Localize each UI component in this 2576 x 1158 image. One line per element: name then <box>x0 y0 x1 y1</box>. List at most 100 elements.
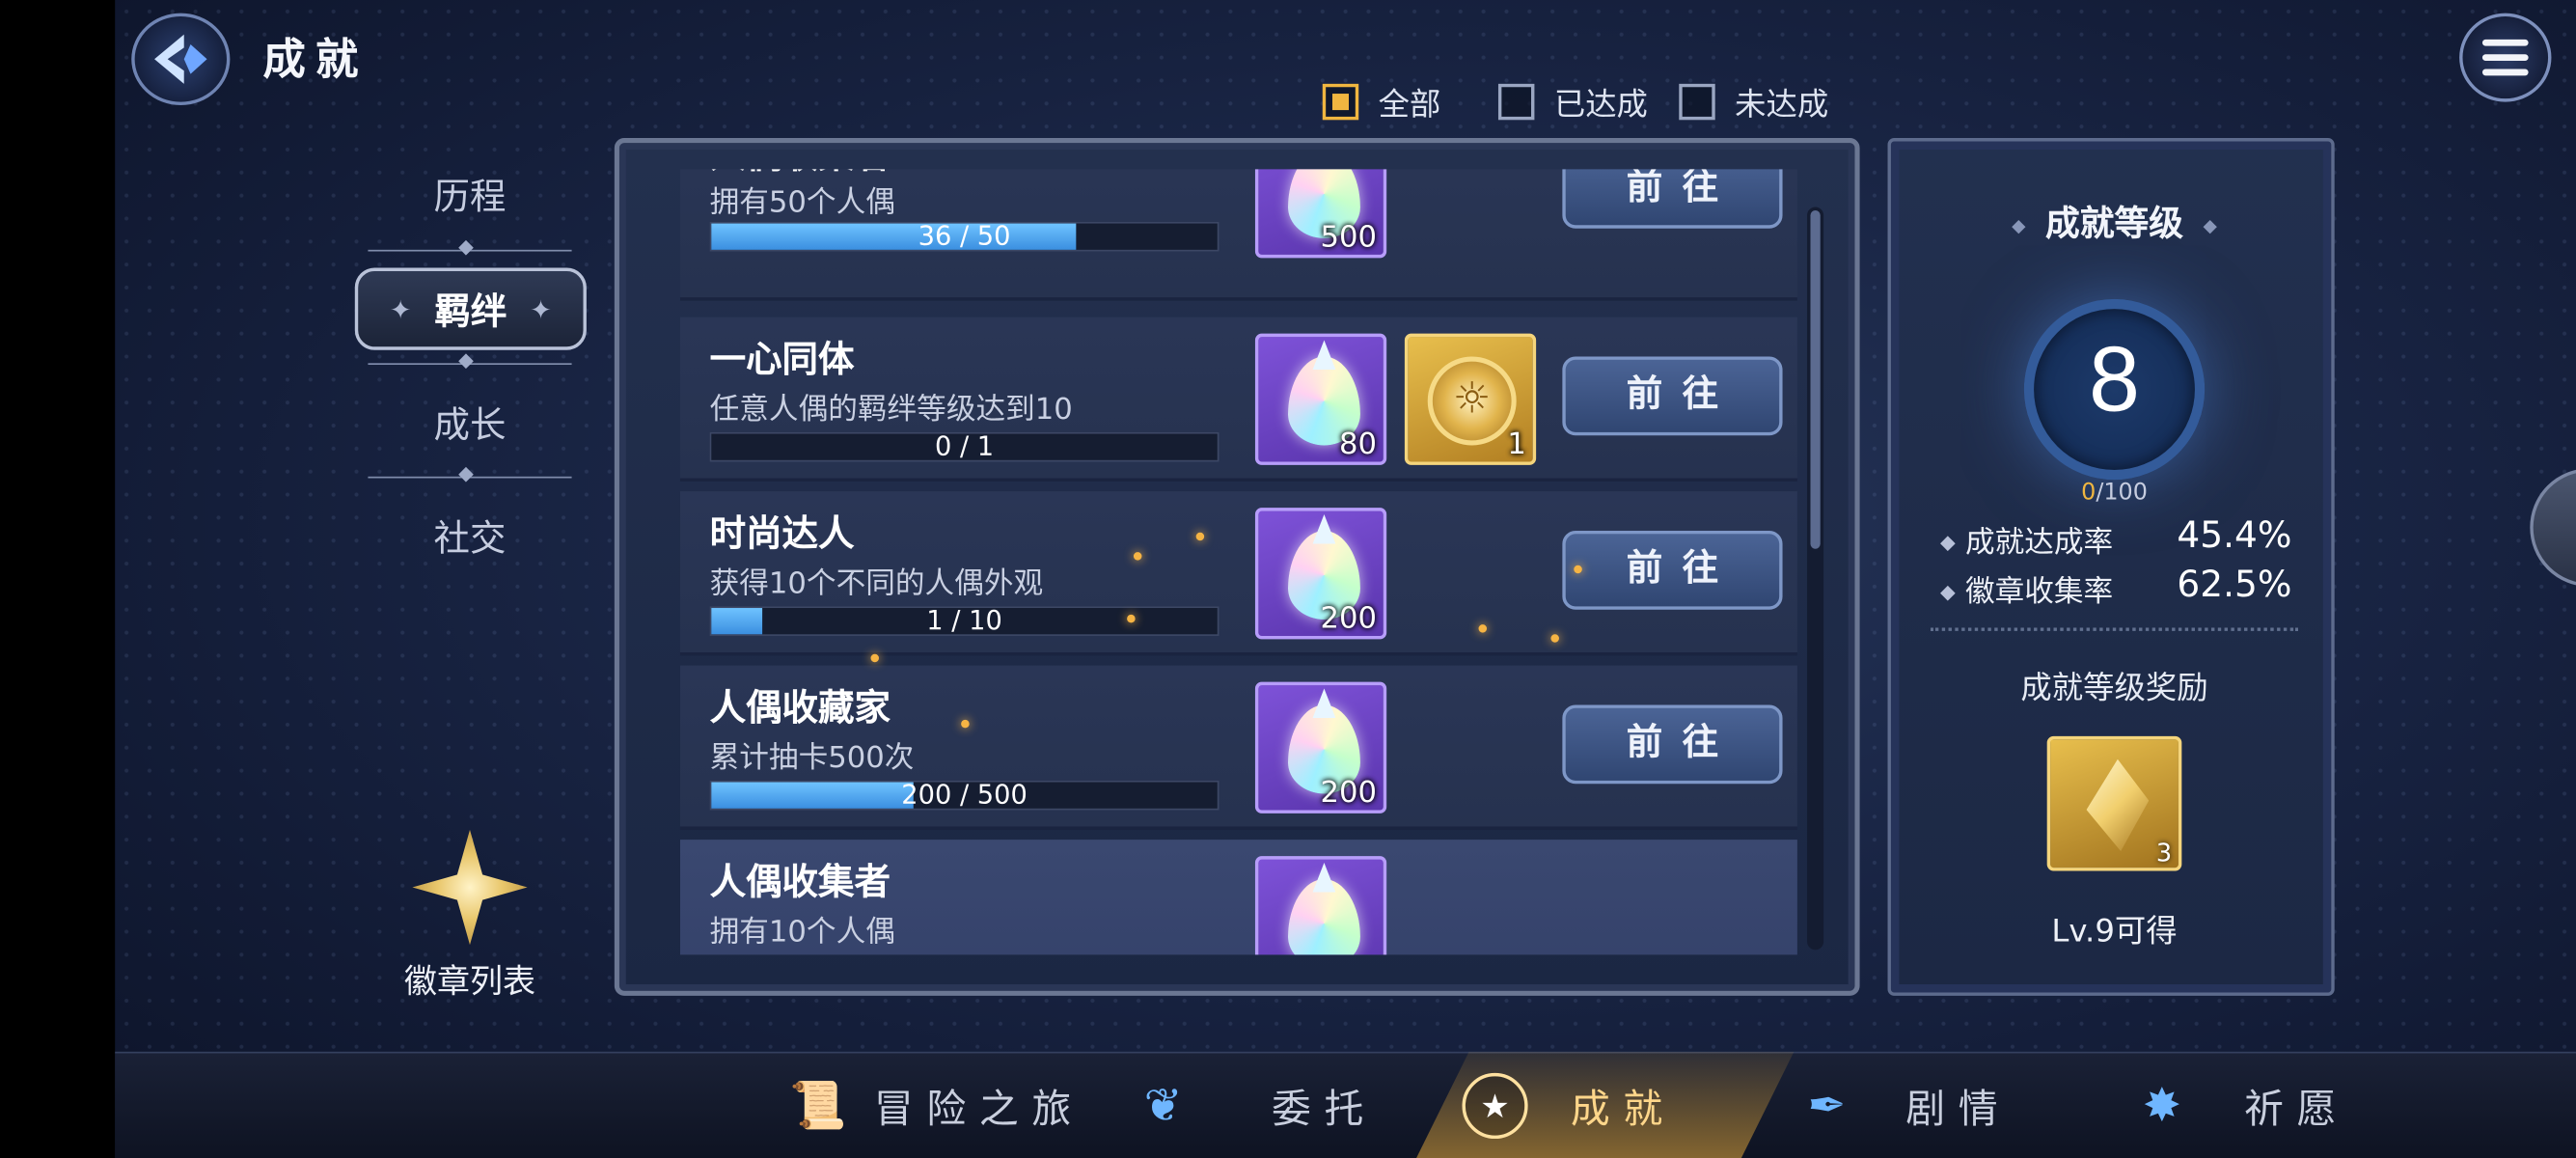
filter-completed-label: 已达成 <box>1553 86 1648 123</box>
stat-badge-rate: ◆ 徽章收集率 62.5% <box>1940 565 2302 611</box>
achievement-title: 人偶收集者 <box>710 169 891 179</box>
go-button[interactable]: 前往 <box>1562 704 1783 785</box>
achievement-desc: 获得10个不同的人偶外观 <box>709 566 1044 602</box>
go-button[interactable]: 前往 <box>1562 169 1783 229</box>
nav-social[interactable]: 社交 <box>355 510 585 562</box>
bottom-nav-label: 委托 <box>1271 1086 1377 1133</box>
achievement-desc: 拥有10个人偶 <box>709 915 895 951</box>
reward-count: 1 <box>1507 427 1526 462</box>
level-reward-title: 成就等级奖励 <box>2020 670 2208 707</box>
bottom-nav-commission[interactable]: ❦ 委托 <box>1131 1052 1377 1158</box>
nav-bond[interactable]: ✦ 羁绊 ✦ <box>354 267 587 350</box>
achievement-title: 人偶收集者 <box>709 862 891 904</box>
menu-button[interactable] <box>2459 13 2552 102</box>
bottom-nav-label: 冒险之旅 <box>873 1086 1084 1133</box>
diamond-icon: ◆ <box>2203 214 2217 236</box>
progress-bar: 0 / 1 <box>709 430 1219 462</box>
filter-all-label: 全部 <box>1378 86 1441 123</box>
sparkle <box>870 653 880 663</box>
sparkle <box>1195 532 1205 541</box>
gem-icon <box>1288 879 1360 955</box>
back-arrow-icon <box>154 34 207 84</box>
sparkle <box>961 719 970 729</box>
progress-text: 36 / 50 <box>918 220 1011 252</box>
page-title: 成就 <box>262 36 369 86</box>
level-reward-item[interactable]: 3 <box>2046 735 2182 871</box>
badge-star-icon <box>412 829 528 946</box>
achievement-card: 一心同体 任意人偶的羁绊等级达到10 0 / 1 80 1 前往 <box>679 317 1797 482</box>
summary-title-text: 成就等级 <box>2044 204 2184 244</box>
bottom-nav-label: 剧情 <box>1905 1086 2012 1133</box>
letterbox <box>0 0 116 1158</box>
filter-all-checkbox[interactable] <box>1322 83 1359 121</box>
diamond-icon: ◆ <box>2012 214 2026 236</box>
bottom-nav-wish[interactable]: ✸ 祈愿 <box>2129 1052 2349 1158</box>
nav-growth[interactable]: 成长 <box>355 396 585 448</box>
filter-all[interactable]: 全部 <box>1322 79 1441 125</box>
nav-divider <box>355 461 585 490</box>
sparkle <box>1478 624 1488 633</box>
progress-text: 0 / 1 <box>934 430 995 462</box>
stat-value: 45.4% <box>2177 515 2292 558</box>
achievement-level: 8 <box>2088 326 2141 431</box>
reward-gem[interactable]: 500 <box>1254 169 1387 259</box>
filter-incomplete[interactable]: 未达成 <box>1679 79 1828 125</box>
nav-bond-label: 羁绊 <box>434 292 507 334</box>
star-burst-icon: ✸ <box>2142 1078 2181 1133</box>
nav-divider <box>355 348 585 376</box>
achievement-card: 人偶收藏家 累计抽卡500次 200 / 500 200 前往 <box>679 665 1797 830</box>
medal-icon: ★ <box>1462 1072 1528 1139</box>
reward-gem[interactable]: 200 <box>1254 681 1387 813</box>
filter-completed-checkbox[interactable] <box>1497 83 1535 121</box>
bottom-nav-story[interactable]: ✒ 剧情 <box>1794 1052 2011 1158</box>
reward-gem[interactable]: 80 <box>1254 333 1387 465</box>
filter-completed[interactable]: 已达成 <box>1497 79 1648 125</box>
progress-bar: 1 / 10 <box>709 604 1219 636</box>
achievement-desc: 累计抽卡500次 <box>709 740 915 776</box>
level-reward-condition: Lv.9可得 <box>2051 913 2178 951</box>
stat-completion-rate: ◆ 成就达成率 45.4% <box>1940 515 2302 562</box>
progress-bar: 36 / 50 <box>709 220 1219 252</box>
filter-incomplete-label: 未达成 <box>1735 86 1829 123</box>
stat-label: 徽章收集率 <box>1964 574 2114 610</box>
back-button[interactable] <box>131 13 231 105</box>
reward-coin[interactable]: 1 <box>1404 333 1537 465</box>
diamond-icon: ◆ <box>1940 531 1956 554</box>
nav-history[interactable]: 历程 <box>355 168 585 220</box>
achievement-desc: 拥有50个人偶 <box>709 185 895 221</box>
scroll-icon: 📜 <box>789 1078 847 1133</box>
stat-value: 62.5% <box>2177 565 2292 607</box>
achievement-card: 时尚达人 获得10个不同的人偶外观 1 / 10 200 前往 <box>679 491 1797 656</box>
go-button[interactable]: 前往 <box>1562 531 1783 610</box>
achievement-title: 时尚达人 <box>709 513 855 556</box>
reward-count: 80 <box>1338 427 1377 462</box>
bottom-nav-label: 成就 <box>1570 1086 1676 1133</box>
filter-incomplete-checkbox[interactable] <box>1679 83 1715 121</box>
achievement-title: 一心同体 <box>709 340 855 382</box>
diamond-icon: ◆ <box>1940 580 1956 603</box>
achievement-summary-panel: ◆ 成就等级 ◆ 8 0/100 ◆ 成就达成率 45.4% ◆ 徽章收集率 62.5%… <box>1887 138 2335 996</box>
progress-text: 1 / 10 <box>926 604 1002 636</box>
sparkle <box>1127 614 1136 623</box>
reward-count: 500 <box>1320 220 1377 255</box>
level-progress-current: 0 <box>2081 480 2096 507</box>
feather-icon: ❦ <box>1143 1078 1183 1133</box>
bottom-nav-achievement[interactable]: ★ 成就 <box>1462 1052 1675 1158</box>
list-scroll-thumb[interactable] <box>1810 209 1821 549</box>
achievement-list[interactable]: 人偶收集者 拥有50个人偶 36 / 50 500 前往 一心同体 任意人偶的羁… <box>679 169 1797 955</box>
stat-label: 成就达成率 <box>1964 525 2114 561</box>
achievement-list-panel: 人偶收集者 拥有50个人偶 36 / 50 500 前往 一心同体 任意人偶的羁… <box>614 138 1860 996</box>
reward-count: 200 <box>1320 601 1377 636</box>
game-screen: 成就 全部 已达成 未达成 历程 ✦ 羁绊 ✦ 成长 社交 徽章列表 人偶收集者… <box>0 0 2576 1158</box>
reward-gem[interactable] <box>1254 856 1387 955</box>
badge-list-button[interactable]: 徽章列表 <box>388 829 552 1003</box>
achievement-title: 人偶收藏家 <box>709 688 891 731</box>
go-button[interactable]: 前往 <box>1562 356 1783 436</box>
reward-gem[interactable]: 200 <box>1254 508 1387 640</box>
bottom-nav-adventure[interactable]: 📜 冒险之旅 <box>785 1052 1084 1158</box>
level-reward-count: 3 <box>2155 838 2173 868</box>
achievement-desc: 任意人偶的羁绊等级达到10 <box>709 392 1073 427</box>
bottom-nav-label: 祈愿 <box>2244 1086 2350 1133</box>
sparkle <box>1574 565 1582 574</box>
ornament-icon: ✦ <box>530 292 552 325</box>
